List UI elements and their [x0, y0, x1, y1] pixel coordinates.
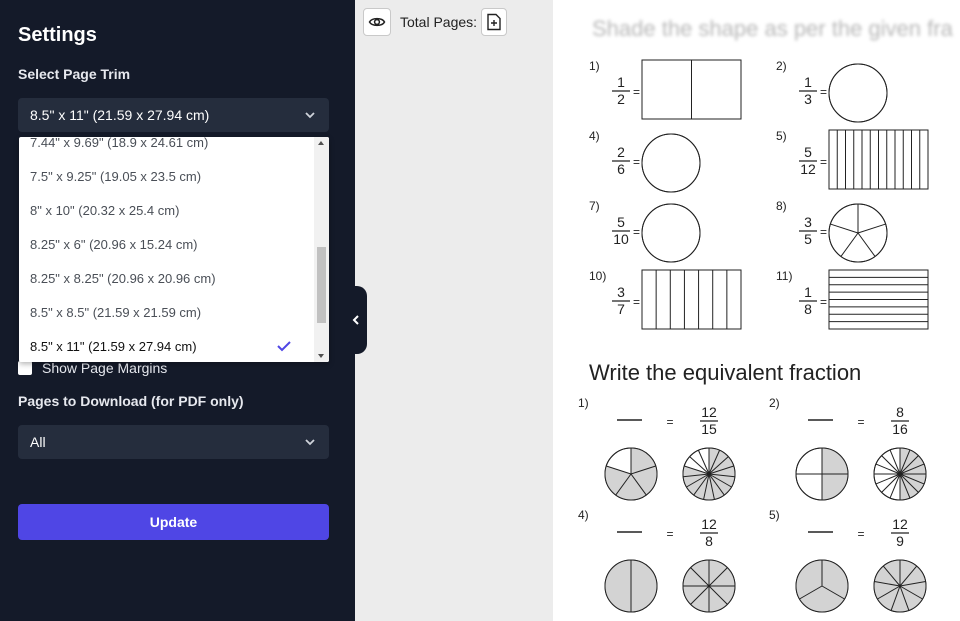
fraction-numerator: 2 — [617, 144, 625, 160]
trim-option[interactable]: 7.5" x 9.25" (19.05 x 23.5 cm) — [19, 159, 314, 193]
fraction-denominator: 16 — [892, 421, 908, 437]
section-title-equivalent: Write the equivalent fraction — [589, 360, 862, 385]
fraction-denominator: 5 — [804, 231, 812, 247]
trim-option[interactable]: 8.25" x 6" (20.96 x 15.24 cm) — [19, 227, 314, 261]
total-pages-count: Total Pages: 6 — [400, 14, 489, 30]
fraction-denominator: 8 — [705, 533, 713, 549]
equals-sign: = — [633, 225, 640, 239]
trim-dropdown: 7.44" x 9.69" (18.9 x 24.61 cm) 7.5" x 9… — [19, 137, 329, 362]
fraction-numerator: 3 — [804, 214, 812, 230]
trim-label: Select Page Trim — [18, 66, 131, 82]
fraction-numerator: 12 — [701, 404, 717, 420]
collapse-sidebar-button[interactable] — [345, 286, 367, 354]
trim-option-label: 8.25" x 6" (20.96 x 15.24 cm) — [30, 236, 198, 252]
equals-sign: = — [633, 295, 640, 309]
trim-option[interactable]: 8" x 10" (20.32 x 25.4 cm) — [19, 193, 314, 227]
trim-options-list: 7.44" x 9.69" (18.9 x 24.61 cm) 7.5" x 9… — [19, 137, 314, 362]
add-page-button[interactable] — [481, 8, 507, 36]
fraction-numerator: 12 — [892, 516, 908, 532]
preview-toggle-button[interactable] — [363, 8, 391, 36]
fraction-numerator: 1 — [804, 284, 812, 300]
problem-number: 5) — [776, 129, 787, 143]
fraction-numerator: 8 — [896, 404, 904, 420]
check-icon — [277, 341, 291, 352]
equals-sign: = — [820, 225, 827, 239]
update-button[interactable]: Update — [18, 504, 329, 540]
fraction-denominator: 3 — [804, 91, 812, 107]
fraction-denominator: 12 — [800, 161, 816, 177]
fraction-denominator: 10 — [613, 231, 629, 247]
download-selected-value: All — [30, 434, 46, 450]
scroll-down-arrow-icon[interactable] — [318, 354, 324, 358]
worksheet-canvas: 1)12 =2)13 =4)26 =5)512 =7)510 =8)35 =10)37 =11… — [578, 59, 929, 613]
chevron-left-icon — [352, 315, 359, 325]
trim-select[interactable]: 8.5" x 11" (21.59 x 27.94 cm) — [18, 98, 329, 132]
problem-number: 5) — [769, 508, 780, 522]
download-select[interactable]: All — [18, 425, 329, 459]
margins-checkbox[interactable] — [18, 361, 32, 375]
fraction-numerator: 5 — [804, 144, 812, 160]
equals-sign: = — [820, 295, 827, 309]
fraction-denominator: 8 — [804, 301, 812, 317]
margins-row[interactable]: Show Page Margins — [18, 360, 167, 376]
pie-slice-shaded — [631, 560, 657, 612]
equals-sign: = — [633, 155, 640, 169]
problem-number: 8) — [776, 199, 787, 213]
shape-rectangle — [641, 269, 742, 330]
trim-option-label: 7.5" x 9.25" (19.05 x 23.5 cm) — [30, 168, 202, 184]
trim-option-label: 7.44" x 9.69" (18.9 x 24.61 cm) — [30, 137, 209, 150]
trim-option-label: 8.5" x 11" (21.59 x 27.94 cm) — [30, 338, 197, 354]
problem-number: 1) — [589, 59, 600, 73]
problem-number: 4) — [578, 508, 589, 522]
equals-sign: = — [857, 415, 864, 429]
fraction-numerator: 5 — [617, 214, 625, 230]
fraction-numerator: 12 — [701, 516, 717, 532]
equals-sign: = — [857, 527, 864, 541]
scrollbar-thumb[interactable] — [317, 247, 326, 323]
trim-option[interactable]: 7.44" x 9.69" (18.9 x 24.61 cm) — [19, 137, 314, 159]
equals-sign: = — [820, 85, 827, 99]
fraction-numerator: 1 — [617, 74, 625, 90]
trim-option-label: 8" x 10" (20.32 x 25.4 cm) — [30, 202, 180, 218]
settings-title: Settings — [18, 24, 97, 46]
equals-sign: = — [666, 527, 673, 541]
margins-label: Show Page Margins — [42, 360, 168, 376]
fraction-numerator: 1 — [804, 74, 812, 90]
problem-number: 1) — [578, 396, 589, 410]
trim-selected-value: 8.5" x 11" (21.59 x 27.94 cm) — [30, 107, 210, 123]
dropdown-scrollbar[interactable] — [314, 137, 329, 362]
worksheet-page: Shade the shape as per the given fra 1) 1… — [553, 0, 960, 621]
trim-option[interactable]: 8.25" x 8.25" (20.96 x 20.96 cm) — [19, 261, 314, 295]
equals-sign: = — [666, 415, 673, 429]
trim-option-selected[interactable]: 8.5" x 11" (21.59 x 27.94 cm) — [19, 329, 314, 362]
fraction-denominator: 9 — [896, 533, 904, 549]
problem-number: 7) — [589, 199, 600, 213]
fraction-numerator: 3 — [617, 284, 625, 300]
problem-number: 4) — [589, 129, 600, 143]
problem-number: 2) — [776, 59, 787, 73]
trim-option-label: 8.5" x 8.5" (21.59 x 21.59 cm) — [30, 304, 202, 320]
problem-number: 11) — [776, 269, 792, 283]
fraction-denominator: 15 — [701, 421, 717, 437]
pie-slice-shaded — [605, 560, 631, 612]
download-label: Pages to Download (for PDF only) — [18, 393, 244, 409]
chevron-down-icon — [305, 439, 315, 446]
chevron-down-icon — [305, 112, 315, 119]
problem-number: 2) — [769, 396, 780, 410]
add-page-icon — [487, 13, 501, 31]
equals-sign: = — [633, 85, 640, 99]
trim-option[interactable]: 8.5" x 8.5" (21.59 x 21.59 cm) — [19, 295, 314, 329]
fraction-denominator: 7 — [617, 301, 625, 317]
scroll-up-arrow-icon[interactable] — [318, 141, 324, 145]
equals-sign: = — [820, 155, 827, 169]
problem-number: 10) — [589, 269, 606, 283]
fraction-denominator: 2 — [617, 91, 625, 107]
eye-icon — [368, 17, 386, 27]
trim-option-label: 8.25" x 8.25" (20.96 x 20.96 cm) — [30, 270, 216, 286]
fraction-denominator: 6 — [617, 161, 625, 177]
